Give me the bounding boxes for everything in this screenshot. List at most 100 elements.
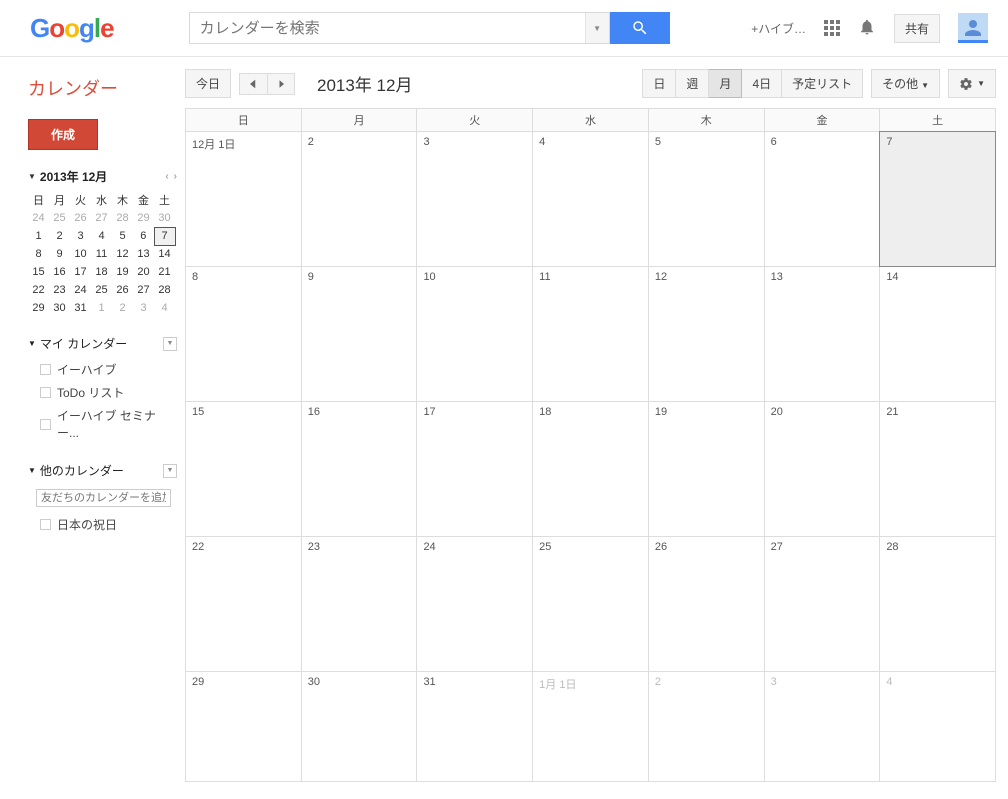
mini-day-cell[interactable]: 23 <box>49 281 70 299</box>
mini-day-cell[interactable]: 27 <box>133 281 154 299</box>
mini-day-cell[interactable]: 30 <box>154 209 175 227</box>
my-calendars-header[interactable]: ▼ マイ カレンダー ▼ <box>28 335 177 352</box>
create-button[interactable]: 作成 <box>28 119 98 150</box>
grid-day-cell[interactable]: 26 <box>649 537 765 671</box>
grid-day-cell[interactable]: 22 <box>186 537 302 671</box>
view-4day-button[interactable]: 4日 <box>742 69 782 98</box>
grid-day-cell[interactable]: 3 <box>765 672 881 781</box>
grid-day-cell[interactable]: 13 <box>765 267 881 401</box>
mini-day-cell[interactable]: 4 <box>154 299 175 317</box>
settings-button[interactable]: ▼ <box>948 69 996 98</box>
grid-day-cell[interactable]: 15 <box>186 402 302 536</box>
mini-day-cell[interactable]: 28 <box>154 281 175 299</box>
view-week-button[interactable]: 週 <box>676 69 709 98</box>
mini-day-cell[interactable]: 26 <box>70 209 91 227</box>
view-month-button[interactable]: 月 <box>709 69 742 98</box>
grid-day-cell[interactable]: 31 <box>417 672 533 781</box>
mini-day-cell[interactable]: 5 <box>112 227 133 245</box>
mini-day-cell[interactable]: 1 <box>28 227 49 245</box>
mini-day-cell[interactable]: 2 <box>49 227 70 245</box>
mini-day-cell[interactable]: 11 <box>91 245 112 263</box>
checkbox[interactable] <box>40 419 51 430</box>
grid-day-cell[interactable]: 10 <box>417 267 533 401</box>
mini-day-cell[interactable]: 10 <box>70 245 91 263</box>
grid-day-cell[interactable]: 1月 1日 <box>533 672 649 781</box>
today-button[interactable]: 今日 <box>185 69 231 98</box>
apps-icon[interactable] <box>824 20 840 36</box>
calendar-item[interactable]: 日本の祝日 <box>28 513 177 536</box>
grid-day-cell[interactable]: 6 <box>765 132 881 266</box>
add-friend-input[interactable] <box>36 489 171 507</box>
mini-day-cell[interactable]: 3 <box>70 227 91 245</box>
mini-prev-icon[interactable]: ‹ <box>165 171 168 182</box>
mini-day-cell[interactable]: 3 <box>133 299 154 317</box>
mini-day-cell[interactable]: 22 <box>28 281 49 299</box>
mini-day-cell[interactable]: 9 <box>49 245 70 263</box>
view-day-button[interactable]: 日 <box>642 69 676 98</box>
grid-day-cell[interactable]: 19 <box>649 402 765 536</box>
checkbox[interactable] <box>40 387 51 398</box>
mini-day-cell[interactable]: 19 <box>112 263 133 281</box>
grid-day-cell[interactable]: 27 <box>765 537 881 671</box>
grid-day-cell[interactable]: 2 <box>302 132 418 266</box>
next-button[interactable] <box>267 73 295 95</box>
search-input[interactable] <box>190 13 585 43</box>
grid-day-cell[interactable]: 21 <box>880 402 995 536</box>
mini-day-cell[interactable]: 26 <box>112 281 133 299</box>
mini-day-cell[interactable]: 24 <box>70 281 91 299</box>
mini-day-cell[interactable]: 28 <box>112 209 133 227</box>
checkbox[interactable] <box>40 364 51 375</box>
collapse-icon[interactable]: ▼ <box>28 172 36 181</box>
mini-day-cell[interactable]: 21 <box>154 263 175 281</box>
grid-day-cell[interactable]: 2 <box>649 672 765 781</box>
calendar-item[interactable]: イーハイブ <box>28 358 177 381</box>
grid-day-cell[interactable]: 30 <box>302 672 418 781</box>
grid-day-cell[interactable]: 25 <box>533 537 649 671</box>
search-dropdown-icon[interactable]: ▼ <box>585 13 609 43</box>
calendar-item[interactable]: ToDo リスト <box>28 381 177 404</box>
mini-day-cell[interactable]: 17 <box>70 263 91 281</box>
mini-day-cell[interactable]: 7 <box>154 227 175 245</box>
calendar-item[interactable]: イーハイブ セミナー... <box>28 404 177 444</box>
mini-day-cell[interactable]: 18 <box>91 263 112 281</box>
grid-day-cell[interactable]: 12月 1日 <box>186 132 302 266</box>
mini-day-cell[interactable]: 24 <box>28 209 49 227</box>
grid-day-cell[interactable]: 29 <box>186 672 302 781</box>
mini-day-cell[interactable]: 16 <box>49 263 70 281</box>
grid-day-cell[interactable]: 11 <box>533 267 649 401</box>
grid-day-cell[interactable]: 5 <box>649 132 765 266</box>
mini-day-cell[interactable]: 1 <box>91 299 112 317</box>
mini-day-cell[interactable]: 2 <box>112 299 133 317</box>
dropdown-icon[interactable]: ▼ <box>163 337 177 351</box>
avatar[interactable] <box>958 13 988 43</box>
dropdown-icon[interactable]: ▼ <box>163 464 177 478</box>
mini-day-cell[interactable]: 29 <box>133 209 154 227</box>
bell-icon[interactable] <box>858 18 876 39</box>
mini-day-cell[interactable]: 20 <box>133 263 154 281</box>
grid-day-cell[interactable]: 4 <box>533 132 649 266</box>
mini-day-cell[interactable]: 27 <box>91 209 112 227</box>
grid-day-cell[interactable]: 7 <box>879 131 996 267</box>
grid-day-cell[interactable]: 17 <box>417 402 533 536</box>
grid-day-cell[interactable]: 20 <box>765 402 881 536</box>
grid-day-cell[interactable]: 14 <box>880 267 995 401</box>
search-button[interactable] <box>610 12 670 44</box>
grid-day-cell[interactable]: 24 <box>417 537 533 671</box>
grid-day-cell[interactable]: 8 <box>186 267 302 401</box>
mini-day-cell[interactable]: 6 <box>133 227 154 245</box>
grid-day-cell[interactable]: 18 <box>533 402 649 536</box>
mini-day-cell[interactable]: 4 <box>91 227 112 245</box>
mini-day-cell[interactable]: 12 <box>112 245 133 263</box>
more-button[interactable]: その他▼ <box>871 69 940 98</box>
view-agenda-button[interactable]: 予定リスト <box>782 69 863 98</box>
checkbox[interactable] <box>40 519 51 530</box>
mini-day-cell[interactable]: 14 <box>154 245 175 263</box>
other-calendars-header[interactable]: ▼ 他のカレンダー ▼ <box>28 462 177 479</box>
mini-day-cell[interactable]: 8 <box>28 245 49 263</box>
share-button[interactable]: 共有 <box>894 14 940 43</box>
mini-day-cell[interactable]: 15 <box>28 263 49 281</box>
mini-day-cell[interactable]: 31 <box>70 299 91 317</box>
plus-link[interactable]: +ハイブ… <box>751 20 806 37</box>
mini-day-cell[interactable]: 13 <box>133 245 154 263</box>
prev-button[interactable] <box>239 73 267 95</box>
